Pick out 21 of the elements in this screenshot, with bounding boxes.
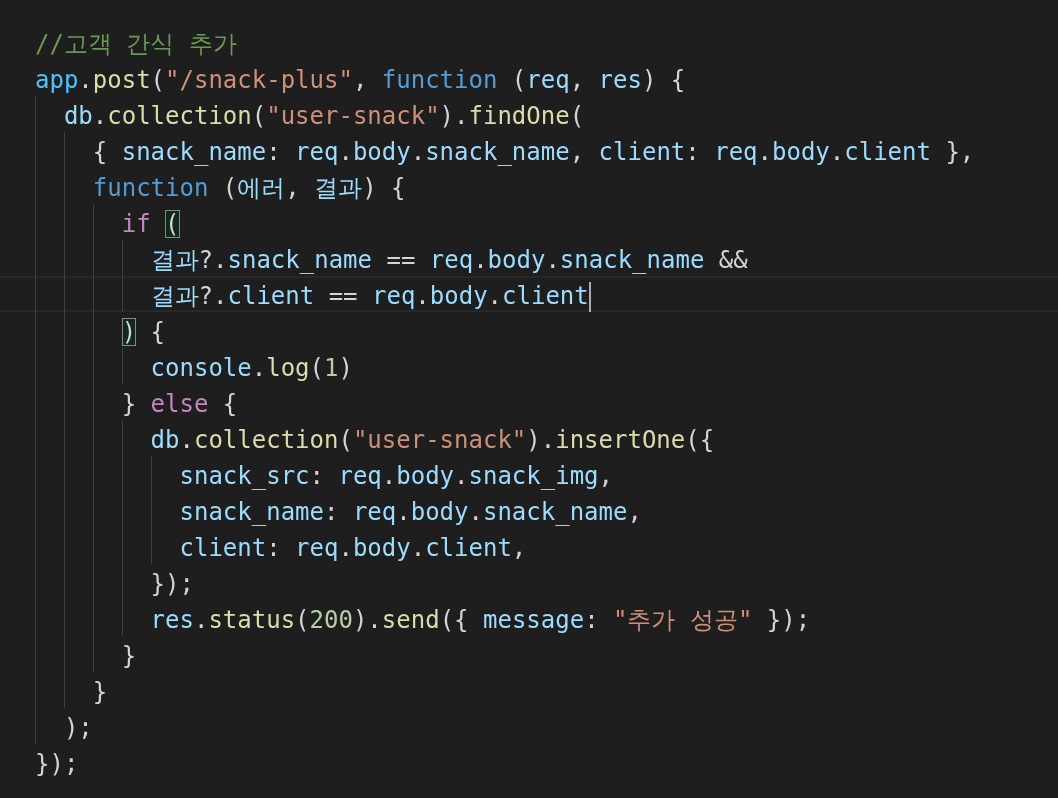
code-line: db.collection("user-snack").insertOne({ (149, 425, 715, 456)
code-line: 결과?.snack_name == req.body.snack_name && (149, 245, 748, 276)
code-line: //고객 간식 추가 (35, 29, 237, 60)
code-line: snack_src: req.body.snack_img, (178, 461, 613, 492)
code-line: 결과?.client == req.body.client (149, 281, 591, 312)
code-line: function (에러, 결과) { (91, 173, 406, 204)
code-line: }); (149, 569, 194, 600)
code-line: { snack_name: req.body.snack_name, client: req.body.client }, (91, 137, 975, 168)
code-line: console.log(1) (149, 353, 353, 384)
code-line: snack_name: req.body.snack_name, (178, 497, 642, 528)
code-line: app.post("/snack-plus", function (req, res) { (35, 65, 686, 96)
code-line: } (91, 677, 108, 708)
code-line: client: req.body.client, (178, 533, 527, 564)
code-line: if ( (120, 209, 180, 240)
code-line: res.status(200).send({ message: "추가 성공" }); (149, 605, 811, 636)
code-line: } (120, 641, 137, 672)
code-line: ); (62, 713, 93, 744)
code-line: } else { (120, 389, 238, 420)
code-line: ) { (120, 317, 166, 348)
code-line: db.collection("user-snack").findOne( (62, 101, 585, 132)
code-line: }); (35, 749, 79, 780)
